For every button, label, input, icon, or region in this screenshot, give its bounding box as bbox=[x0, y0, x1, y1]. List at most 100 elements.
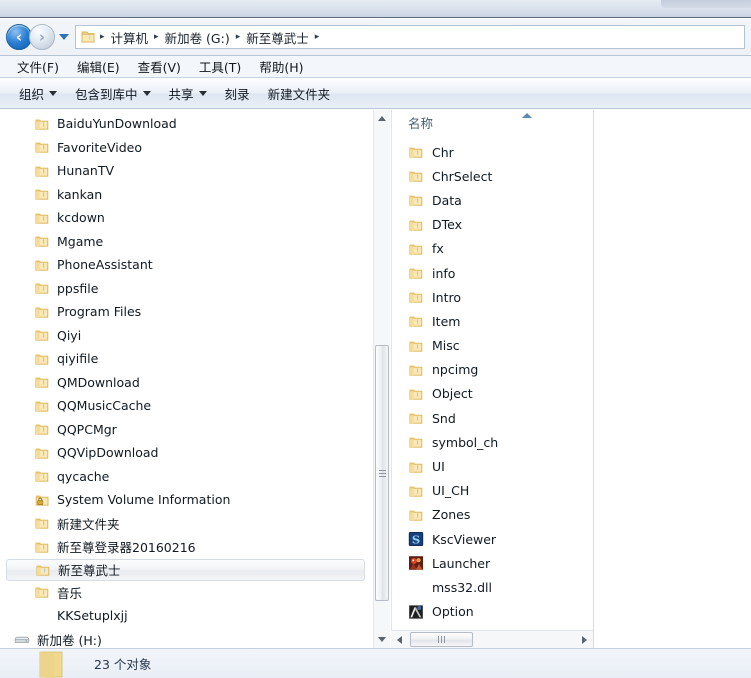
scroll-up-button[interactable] bbox=[374, 110, 390, 127]
navigation-scrollbar-thumb[interactable] bbox=[375, 345, 389, 601]
breadcrumb-address-bar[interactable]: ▸ 计算机 ▸ 新加卷 (G:) ▸ 新至尊武士 ▸ bbox=[75, 25, 745, 49]
file-list-item[interactable]: ChrSelect bbox=[392, 164, 593, 188]
file-list-item[interactable]: Snd bbox=[392, 406, 593, 430]
nav-item[interactable]: QQMusicCache bbox=[0, 394, 373, 418]
file-list-item[interactable]: Intro bbox=[392, 285, 593, 309]
nav-item[interactable]: kankan bbox=[0, 183, 373, 207]
breadcrumb-item-current-folder[interactable]: 新至尊武士 bbox=[242, 27, 313, 48]
toolbar-button-organize[interactable]: 组织 bbox=[10, 81, 66, 106]
folder-icon bbox=[34, 233, 50, 249]
navigation-pane[interactable]: BaiduYunDownload FavoriteVideo HunanTV kank… bbox=[0, 110, 373, 648]
nav-item[interactable]: FavoriteVideo bbox=[0, 136, 373, 160]
column-header-name[interactable]: 名称 bbox=[408, 113, 433, 132]
file-list-item[interactable]: mss32.dll bbox=[392, 575, 593, 599]
toolbar-button-share[interactable]: 共享 bbox=[160, 81, 216, 106]
file-list-item[interactable]: Chr bbox=[392, 140, 593, 164]
menu-item-edit[interactable]: 编辑(E) bbox=[68, 55, 129, 78]
file-list-item[interactable]: UI bbox=[392, 454, 593, 478]
file-list-item[interactable]: Item bbox=[392, 309, 593, 333]
nav-item-label: QQPCMgr bbox=[57, 421, 117, 437]
drive-icon bbox=[14, 631, 30, 647]
breadcrumb-item-drive-g[interactable]: 新加卷 (G:) bbox=[161, 27, 234, 48]
file-list-item[interactable]: Data bbox=[392, 188, 593, 212]
nav-item[interactable]: 音乐 bbox=[0, 581, 373, 605]
column-header-row[interactable]: 名称 bbox=[392, 110, 593, 135]
file-list-item[interactable]: Option bbox=[392, 600, 593, 624]
file-list-item[interactable]: S KscViewer bbox=[392, 527, 593, 551]
nav-item[interactable]: QQPCMgr bbox=[0, 418, 373, 442]
folder-icon bbox=[408, 168, 424, 184]
nav-item[interactable]: System Volume Information bbox=[0, 488, 373, 512]
content-area: BaiduYunDownload FavoriteVideo HunanTV kank… bbox=[0, 110, 751, 648]
file-list-item[interactable]: symbol_ch bbox=[392, 430, 593, 454]
folder-icon bbox=[34, 280, 50, 296]
breadcrumb-item-computer[interactable]: 计算机 bbox=[107, 27, 153, 48]
folder-icon bbox=[34, 139, 50, 155]
file-list-item[interactable]: Misc bbox=[392, 334, 593, 358]
file-pane-horizontal-scrollbar[interactable] bbox=[391, 630, 593, 648]
nav-item[interactable]: PhoneAssistant bbox=[0, 253, 373, 277]
folder-icon bbox=[34, 468, 50, 484]
menu-item-tools[interactable]: 工具(T) bbox=[190, 55, 250, 78]
nav-item[interactable]: Qiyi bbox=[0, 324, 373, 348]
nav-item[interactable]: QMDownload bbox=[0, 371, 373, 395]
chevron-down-icon bbox=[59, 34, 69, 40]
nav-item[interactable]: Program Files bbox=[0, 300, 373, 324]
menu-item-file[interactable]: 文件(F) bbox=[8, 55, 68, 78]
scroll-down-button[interactable] bbox=[374, 631, 390, 648]
nav-item[interactable]: 新加卷 (H:) bbox=[0, 628, 373, 649]
file-list-item[interactable]: Launcher bbox=[392, 551, 593, 575]
folder-icon bbox=[34, 257, 50, 273]
file-list-item-label: mss32.dll bbox=[432, 579, 492, 595]
nav-item[interactable]: qiyifile bbox=[0, 347, 373, 371]
file-list-item[interactable]: Zones bbox=[392, 503, 593, 527]
horizontal-scrollbar-thumb[interactable] bbox=[410, 632, 473, 647]
menu-bar: 文件(F) 编辑(E) 查看(V) 工具(T) 帮助(H) bbox=[0, 56, 751, 78]
nav-item-label: kcdown bbox=[57, 210, 105, 226]
file-items-container: Chr ChrSelect Data DTex fx info Intro Item Misc n… bbox=[392, 140, 593, 648]
nav-item[interactable]: 新建文件夹 bbox=[0, 512, 373, 536]
dll-file-icon bbox=[408, 579, 424, 595]
breadcrumb-separator: ▸ bbox=[314, 31, 320, 42]
file-list-item[interactable]: Object bbox=[392, 382, 593, 406]
file-list-item-label: Item bbox=[432, 313, 461, 329]
menu-item-view[interactable]: 查看(V) bbox=[129, 55, 190, 78]
nav-item[interactable]: kcdown bbox=[0, 206, 373, 230]
file-list-item[interactable]: fx bbox=[392, 237, 593, 261]
nav-item-label: Mgame bbox=[57, 233, 104, 249]
toolbar-button-burn[interactable]: 刻录 bbox=[216, 81, 259, 106]
folder-icon bbox=[34, 327, 50, 343]
scroll-left-button[interactable] bbox=[391, 631, 408, 648]
folder-icon bbox=[408, 386, 424, 402]
file-list-item[interactable]: UI_CH bbox=[392, 479, 593, 503]
file-list-item[interactable]: info bbox=[392, 261, 593, 285]
navigation-pane-vertical-scrollbar[interactable] bbox=[373, 110, 390, 648]
forward-button[interactable]: › bbox=[29, 24, 55, 50]
nav-item-selected[interactable]: 新至尊武士 bbox=[6, 558, 365, 581]
nav-item[interactable]: Mgame bbox=[0, 230, 373, 254]
nav-item[interactable]: KKSetuplxjj bbox=[0, 604, 373, 628]
toolbar-label-share: 共享 bbox=[168, 87, 194, 102]
recent-pages-button[interactable] bbox=[57, 24, 71, 50]
nav-item-label: 新建文件夹 bbox=[57, 516, 120, 532]
window-frame-glass bbox=[661, 0, 751, 8]
menu-item-help[interactable]: 帮助(H) bbox=[250, 55, 312, 78]
file-list-item[interactable]: npcimg bbox=[392, 358, 593, 382]
nav-item[interactable]: HunanTV bbox=[0, 159, 373, 183]
nav-item[interactable]: qycache bbox=[0, 465, 373, 489]
nav-item-label: QQMusicCache bbox=[57, 398, 152, 414]
folder-icon bbox=[80, 29, 96, 45]
nav-item[interactable]: BaiduYunDownload bbox=[0, 112, 373, 136]
nav-item-label: 新至尊登录器20160216 bbox=[57, 540, 196, 556]
toolbar-label-burn: 刻录 bbox=[224, 87, 250, 102]
file-list-pane[interactable]: 名称 Chr ChrSelect Data DTex fx info Intro Item Mi… bbox=[391, 110, 593, 648]
toolbar-button-new-folder[interactable]: 新建文件夹 bbox=[259, 81, 340, 106]
file-list-item[interactable]: DTex bbox=[392, 213, 593, 237]
nav-item[interactable]: ppsfile bbox=[0, 277, 373, 301]
folder-icon bbox=[408, 434, 424, 450]
folder-icon bbox=[34, 515, 50, 531]
toolbar-button-include-in-library[interactable]: 包含到库中 bbox=[66, 81, 160, 106]
nav-item[interactable]: 新至尊登录器20160216 bbox=[0, 535, 373, 559]
nav-item[interactable]: QQVipDownload bbox=[0, 441, 373, 465]
scroll-right-button[interactable] bbox=[576, 631, 593, 648]
